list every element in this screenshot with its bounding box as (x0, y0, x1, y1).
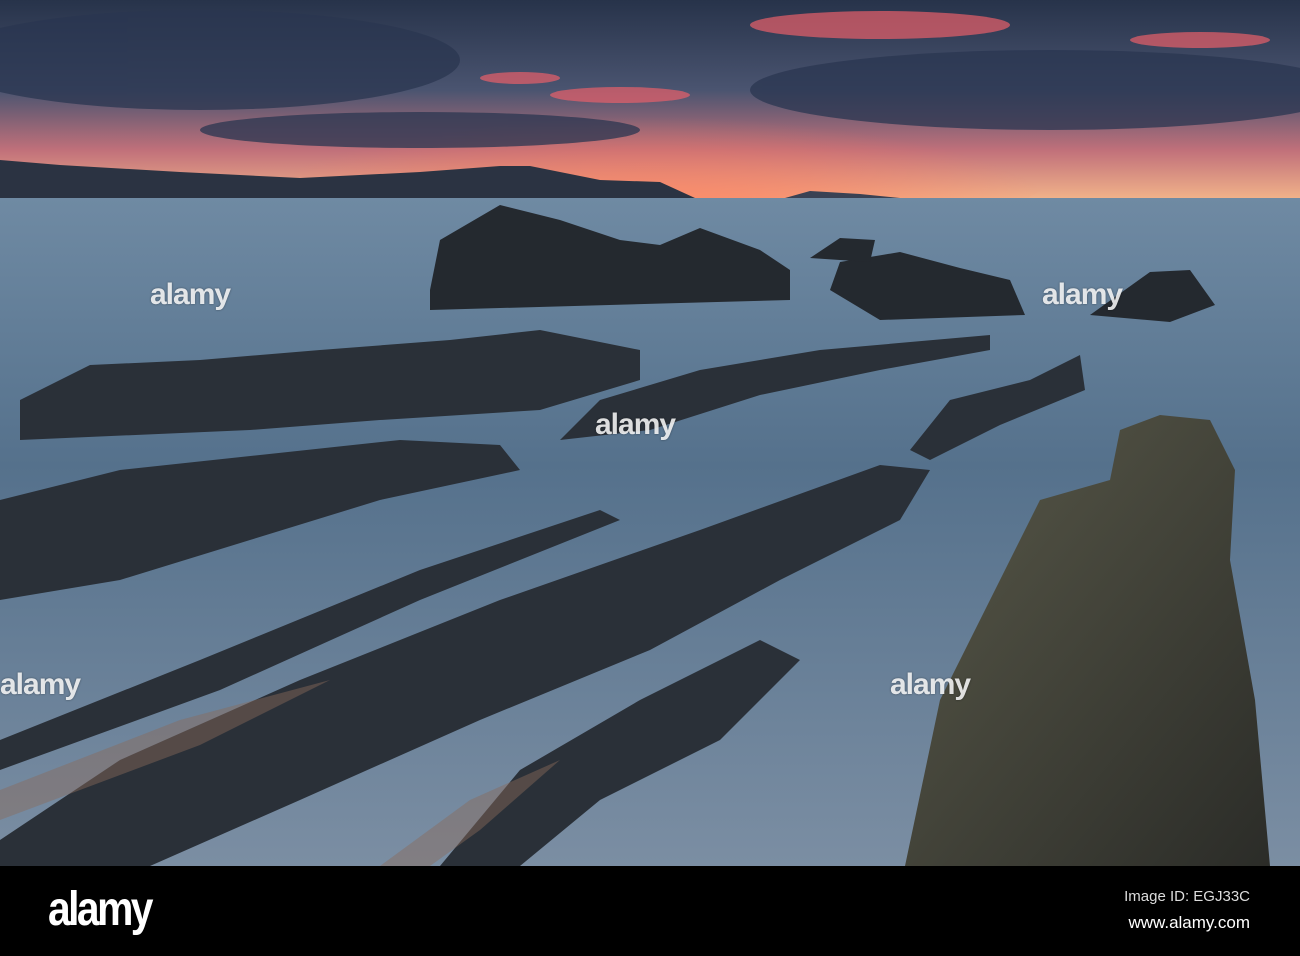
watermark: alamy (0, 668, 81, 701)
stock-photo-page: alamy alamy alamy alamy alamy alamy Imag… (0, 0, 1300, 956)
watermark: alamy (1042, 278, 1123, 311)
watermark: alamy (150, 278, 231, 311)
image-id: Image ID: EGJ33C (1124, 888, 1250, 905)
alamy-logo[interactable]: alamy (48, 882, 153, 937)
website-link[interactable]: www.alamy.com (1128, 913, 1250, 933)
footer-bar: alamy Image ID: EGJ33C www.alamy.com (0, 866, 1300, 956)
watermark: alamy (890, 668, 971, 701)
watermark: alamy (595, 408, 676, 441)
